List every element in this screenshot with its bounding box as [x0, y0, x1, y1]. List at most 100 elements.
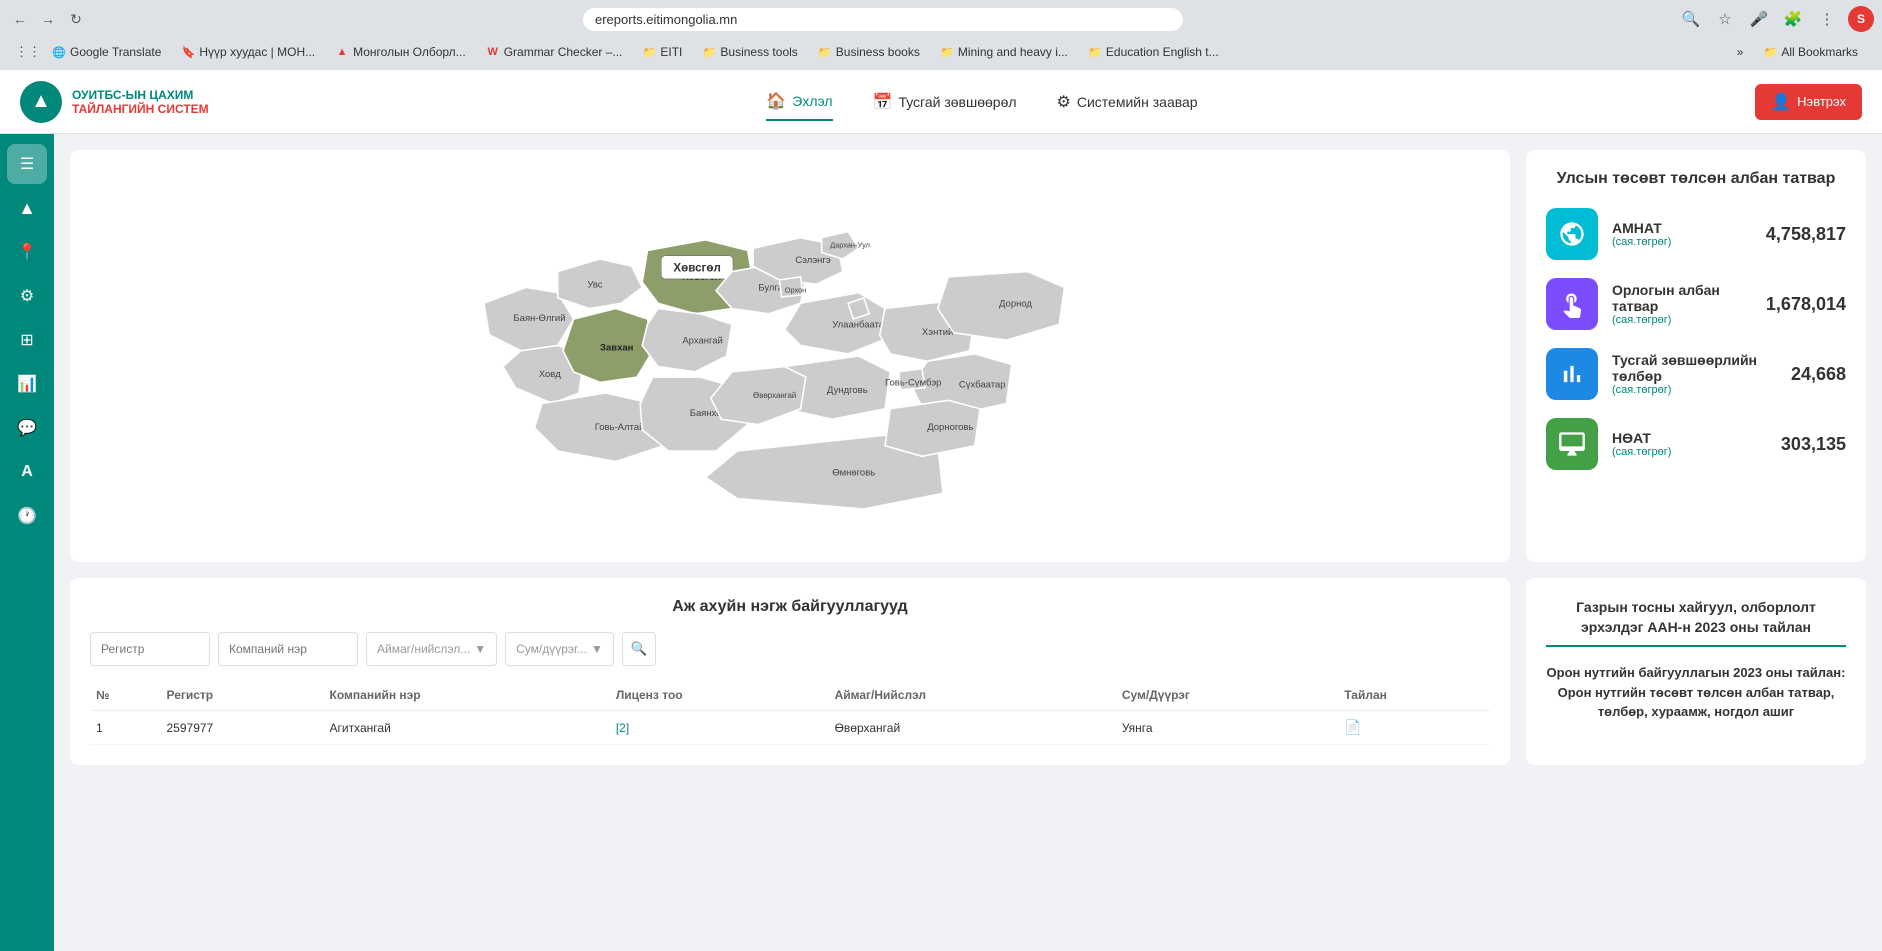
sidebar-item-text[interactable]: A: [7, 452, 47, 492]
extensions-icon[interactable]: 🧩: [1780, 6, 1806, 32]
region-orkhon[interactable]: [779, 277, 802, 297]
logo-icon: ▲: [20, 81, 62, 123]
aimag-select[interactable]: Аймаг/нийслэл... ▼: [366, 632, 497, 666]
more-icon: »: [1737, 45, 1744, 59]
calendar-icon: 📅: [873, 92, 893, 112]
sum-select-label: Сум/дүүрэг...: [516, 642, 587, 656]
cell-report[interactable]: 📄: [1338, 711, 1490, 745]
nav-system-guide[interactable]: ⚙ Системийн заавар: [1057, 83, 1198, 121]
region-uvs[interactable]: [558, 259, 642, 309]
bookmark-label: Grammar Checker –...: [504, 45, 623, 59]
sidebar-item-logo[interactable]: ▲: [7, 188, 47, 228]
license-link[interactable]: [2]: [616, 721, 629, 735]
user-avatar[interactable]: S: [1848, 6, 1874, 32]
region-darkhan[interactable]: [822, 231, 859, 258]
menu-dots-icon[interactable]: ⋮: [1814, 6, 1840, 32]
folder-mining-icon: 📁: [940, 45, 954, 59]
permit-label: Тусгай зөвшөөрлийн төлбөр: [1612, 352, 1777, 384]
region-uvurkhangai[interactable]: [711, 367, 806, 425]
sidebar-item-grid[interactable]: ⊞: [7, 320, 47, 360]
stat-card-income: Орлогын албан татвар (сая.төгрөг) 1,678,…: [1546, 278, 1846, 330]
url-text: ereports.eitimongolia.mn: [595, 12, 1171, 27]
app-header: ▲ ОУИТБС-ЫН ЦАХИМ ТАЙЛАНГИЙН СИСТЕМ 🏠 Эх…: [0, 70, 1882, 134]
bookmarks-bar: ⋮⋮ 🌐 Google Translate 🔖 Нүүр хуудас | МО…: [8, 38, 1874, 70]
logo-line1: ОУИТБС-ЫН ЦАХИМ: [72, 88, 209, 102]
address-bar[interactable]: ereports.eitimongolia.mn: [583, 8, 1183, 31]
logo-text: ОУИТБС-ЫН ЦАХИМ ТАЙЛАНГИЙН СИСТЕМ: [72, 88, 209, 116]
region-arkhangai[interactable]: [642, 309, 732, 372]
bookmark-google-translate[interactable]: 🌐 Google Translate: [44, 42, 169, 62]
bookmark-grammar[interactable]: W Grammar Checker –...: [478, 42, 631, 62]
region-dornogobi[interactable]: [885, 400, 980, 456]
cell-license[interactable]: [2]: [610, 711, 829, 745]
bookmark-eiti[interactable]: 📁 EITI: [634, 42, 690, 62]
table-title: Аж ахуйн нэгж байгууллагууд: [90, 598, 1490, 616]
bookmark-business-books[interactable]: 📁 Business books: [810, 42, 928, 62]
amnат-label: АМНАТ: [1612, 220, 1752, 236]
nav-special-permit[interactable]: 📅 Тусгай зөвшөөрөл: [873, 83, 1017, 121]
bookmark-label: Google Translate: [70, 45, 161, 59]
chart-icon: 📊: [17, 374, 37, 394]
apps-grid-icon[interactable]: ⋮⋮: [16, 40, 40, 64]
map-container: Баян-Өлгий Увс Ховд Завхан Хөвсгөл: [86, 166, 1494, 546]
top-section: Баян-Өлгий Увс Ховд Завхан Хөвсгөл: [70, 150, 1866, 562]
hovsgol-popup-text: Хөвсгөл: [673, 262, 720, 275]
grammar-icon: W: [486, 45, 500, 59]
bottom-section: Аж ахуйн нэгж байгууллагууд Аймаг/нийслэ…: [70, 578, 1866, 765]
search-button[interactable]: 🔍: [622, 632, 656, 666]
nav-guide-label: Системийн заавар: [1077, 94, 1198, 110]
company-input[interactable]: [218, 632, 358, 666]
login-label: Нэвтрэх: [1797, 94, 1846, 109]
bookmark-mining[interactable]: 📁 Mining and heavy i...: [932, 42, 1076, 62]
folder-tools-icon: 📁: [702, 45, 716, 59]
info-section-2: Орон нутгийн байгууллагын 2023 оны тайла…: [1546, 663, 1846, 722]
settings-icon: ⚙: [1057, 92, 1071, 112]
sidebar-item-gear[interactable]: ⚙: [7, 276, 47, 316]
star-icon[interactable]: ☆: [1712, 6, 1738, 32]
sidebar-item-chart[interactable]: 📊: [7, 364, 47, 404]
col-license: Лиценз тоо: [610, 680, 829, 711]
nuur-icon: 🔖: [181, 45, 195, 59]
more-bookmarks-button[interactable]: »: [1729, 42, 1752, 62]
nav-buttons: ← → ↻: [8, 7, 88, 31]
folder-eiti-icon: 📁: [642, 45, 656, 59]
triangle-icon: ▲: [18, 198, 36, 219]
sidebar-item-history[interactable]: 🕐: [7, 496, 47, 536]
mic-icon[interactable]: 🎤: [1746, 6, 1772, 32]
cell-aimag: Өвөрхангай: [829, 711, 1116, 745]
col-aimag: Аймаг/Нийслэл: [829, 680, 1116, 711]
bookmark-education[interactable]: 📁 Education English t...: [1080, 42, 1227, 62]
report-icon[interactable]: 📄: [1344, 719, 1361, 735]
login-button[interactable]: 👤 Нэвтрэх: [1755, 84, 1862, 120]
region-zavkhan[interactable]: [563, 309, 653, 383]
header-right: 👤 Нэвтрэх: [1755, 84, 1862, 120]
bookmark-nuur-huudas[interactable]: 🔖 Нүүр хуудас | МОН...: [173, 42, 323, 62]
forward-button[interactable]: →: [36, 7, 60, 31]
amnат-sublabel: (сая.төгрөг): [1612, 236, 1752, 248]
back-button[interactable]: ←: [8, 7, 32, 31]
cell-register: 2597977: [161, 711, 324, 745]
region-govisumber[interactable]: [899, 369, 925, 390]
region-dornod[interactable]: [938, 272, 1065, 341]
bookmark-label: Монголын Олборл...: [353, 45, 466, 59]
stat-card-nqat: НӨАТ (сая.төгрөг) 303,135: [1546, 418, 1846, 470]
monitor-icon: [1558, 430, 1586, 458]
nqat-sublabel: (сая.төгрөг): [1612, 446, 1767, 458]
info-title-1: Газрын тосны хайгуул, олборлолт эрхэлдэг…: [1546, 598, 1846, 647]
bookmark-mongolian[interactable]: ▲ Монголын Олборл...: [327, 42, 474, 62]
nav-home[interactable]: 🏠 Эхлэл: [766, 83, 832, 121]
all-bookmarks[interactable]: 📁 All Bookmarks: [1755, 42, 1866, 62]
sidebar: ☰ ▲ 📍 ⚙ ⊞ 📊 💬 A 🕐: [0, 134, 54, 951]
sidebar-item-chat[interactable]: 💬: [7, 408, 47, 448]
bookmark-business-tools[interactable]: 📁 Business tools: [694, 42, 805, 62]
col-register: Регистр: [161, 680, 324, 711]
folder-all-icon: 📁: [1763, 45, 1777, 59]
sum-select[interactable]: Сум/дүүрэг... ▼: [505, 632, 614, 666]
sidebar-item-pin[interactable]: 📍: [7, 232, 47, 272]
bookmark-label: EITI: [660, 45, 682, 59]
sidebar-item-menu[interactable]: ☰: [7, 144, 47, 184]
register-input[interactable]: [90, 632, 210, 666]
cell-company: Агитхангай: [324, 711, 610, 745]
reload-button[interactable]: ↻: [64, 7, 88, 31]
search-icon[interactable]: 🔍: [1678, 6, 1704, 32]
